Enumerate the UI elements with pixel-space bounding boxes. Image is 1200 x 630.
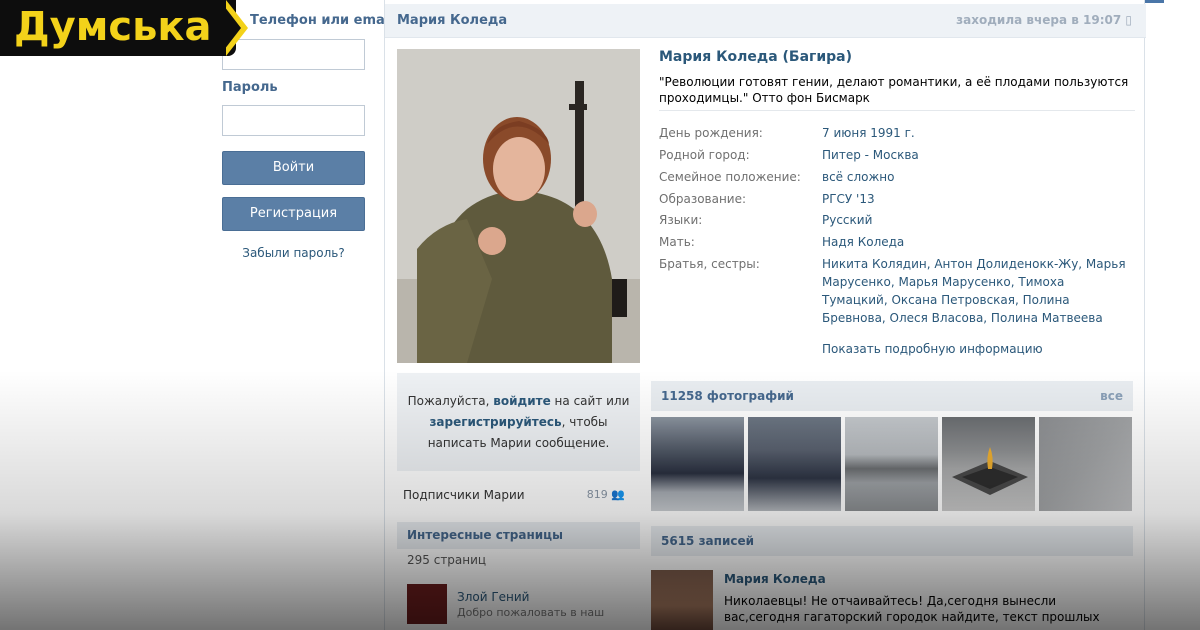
login-button[interactable]: Войти	[222, 151, 365, 185]
posts-header[interactable]: 5615 записей	[651, 526, 1133, 556]
post-text: Николаевцы! Не отчаивайтесь! Да,сегодня …	[724, 594, 1100, 624]
profile-photo-image	[397, 49, 640, 363]
profile-photo[interactable]	[397, 49, 640, 363]
interesting-pages-title: Интересные страницы	[407, 528, 563, 542]
mobile-icon: ▯	[1125, 13, 1132, 27]
password-field[interactable]	[222, 105, 365, 136]
password-label: Пароль	[222, 80, 278, 95]
interesting-pages-count: 295 страниц	[407, 553, 487, 567]
subscribers-count: 819 👥	[586, 488, 625, 501]
page-title[interactable]: Мария Коледа	[397, 13, 507, 28]
subscribers-label: Подписчики Марии	[403, 488, 525, 502]
page-header: Мария Коледа заходила вчера в 19:07 ▯	[385, 4, 1146, 38]
photos-title: 11258 фотографий	[661, 389, 794, 403]
photo-strip	[651, 417, 1133, 511]
photos-header[interactable]: 11258 фотографий все	[651, 381, 1133, 411]
interesting-pages-header[interactable]: Интересные страницы	[397, 522, 640, 549]
interesting-page-name[interactable]: Злой Гений	[457, 590, 529, 604]
profile-panel: Мария Коледа заходила вчера в 19:07 ▯ По…	[384, 0, 1146, 630]
post-author-name[interactable]: Мария Коледа	[724, 572, 826, 586]
photos-all-link[interactable]: все	[1100, 389, 1123, 403]
profile-full-name: Мария Коледа (Багира)	[659, 49, 853, 65]
users-icon: 👥	[611, 488, 625, 501]
last-seen-status: заходила вчера в 19:07 ▯	[956, 13, 1132, 27]
show-more-info-link[interactable]: Показать подробную информацию	[822, 342, 1043, 356]
profile-info: Мария Коледа (Багира) "Революции готовят…	[659, 49, 1135, 356]
register-button[interactable]: Регистрация	[222, 197, 365, 231]
login-inline-link[interactable]: войдите	[493, 394, 550, 408]
divider	[659, 110, 1135, 111]
photo-thumb[interactable]	[942, 417, 1035, 511]
photo-thumb[interactable]	[845, 417, 938, 511]
photo-thumb[interactable]	[748, 417, 841, 511]
subscribers-row[interactable]: Подписчики Марии 819 👥	[403, 488, 633, 502]
forgot-password-link[interactable]: Забыли пароль?	[222, 246, 365, 260]
profile-status: "Революции готовят гении, делают романти…	[659, 75, 1129, 105]
message-prompt: Пожалуйста, войдите на сайт или зарегист…	[397, 373, 640, 471]
brand-logo-badge: Думська	[0, 0, 249, 56]
eternal-flame-image	[952, 447, 1028, 495]
photo-thumb[interactable]	[1039, 417, 1132, 511]
posts-title: 5615 записей	[661, 534, 755, 548]
post-author-avatar[interactable]	[651, 570, 713, 630]
page-avatar[interactable]	[407, 584, 447, 624]
register-inline-link[interactable]: зарегистрируйтесь	[429, 415, 561, 429]
interesting-page-desc: Добро пожаловать в наш	[457, 606, 605, 619]
email-label: Телефон или email	[250, 13, 394, 28]
brand-logo-text: Думська	[14, 4, 212, 50]
photo-thumb[interactable]	[651, 417, 744, 511]
